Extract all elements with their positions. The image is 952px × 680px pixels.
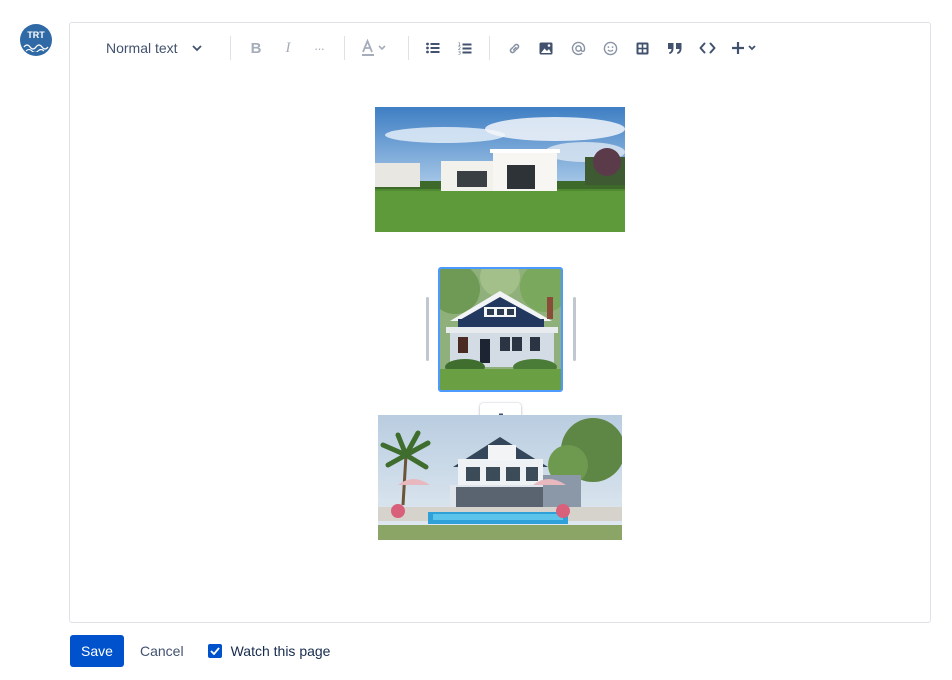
text-color-button[interactable] xyxy=(358,37,392,59)
watch-page-option[interactable]: Watch this page xyxy=(207,643,331,659)
cancel-button[interactable]: Cancel xyxy=(140,643,184,659)
editor-footer: Save Cancel Watch this page xyxy=(70,635,330,667)
italic-icon: I xyxy=(285,39,291,56)
more-formatting-icon: ··· xyxy=(314,40,325,56)
avatar-wave-icon xyxy=(23,44,49,52)
quote-button[interactable] xyxy=(664,37,686,59)
bullet-list-button[interactable] xyxy=(423,37,443,59)
mention-button[interactable] xyxy=(568,37,588,59)
text-color-icon xyxy=(362,39,386,56)
editor-toolbar: Normal text B I ··· 1 2 3 xyxy=(70,23,930,73)
quote-icon xyxy=(668,42,682,54)
image-icon xyxy=(539,42,553,54)
text-style-dropdown[interactable]: Normal text xyxy=(100,37,212,59)
checkmark-icon xyxy=(209,647,220,655)
numbered-list-button[interactable]: 1 2 3 xyxy=(455,37,475,59)
user-avatar[interactable]: TRT xyxy=(20,24,52,56)
toolbar-divider xyxy=(230,36,231,60)
link-button[interactable] xyxy=(504,37,524,59)
watch-page-label: Watch this page xyxy=(230,643,331,659)
code-icon xyxy=(699,42,715,54)
toolbar-divider xyxy=(408,36,409,60)
code-button[interactable] xyxy=(696,37,718,59)
emoji-icon xyxy=(603,41,617,55)
insert-image-button[interactable] xyxy=(536,37,556,59)
page-editor[interactable]: Normal text B I ··· 1 2 3 xyxy=(69,22,931,623)
insert-table-button[interactable] xyxy=(632,37,652,59)
toolbar-divider xyxy=(489,36,490,60)
svg-text:3: 3 xyxy=(458,50,461,55)
modern-house-photo xyxy=(375,107,625,232)
insert-more-button[interactable] xyxy=(728,37,762,59)
link-icon xyxy=(509,43,519,53)
save-button[interactable]: Save xyxy=(70,635,124,667)
text-style-label: Normal text xyxy=(106,40,178,56)
italic-button[interactable]: I xyxy=(278,37,298,59)
pool-house-photo xyxy=(378,415,622,540)
image-selection-outline xyxy=(438,267,563,392)
bold-icon: B xyxy=(250,39,262,57)
watch-page-checkbox[interactable] xyxy=(207,644,222,658)
emoji-button[interactable] xyxy=(600,37,620,59)
mention-icon xyxy=(571,41,585,55)
image-modern-house[interactable] xyxy=(375,107,625,232)
plus-icon xyxy=(732,42,756,54)
chevron-down-icon xyxy=(191,44,202,51)
bold-button[interactable]: B xyxy=(246,37,266,59)
resize-handle-left[interactable] xyxy=(426,297,429,361)
image-pool-house[interactable] xyxy=(378,415,622,540)
table-icon xyxy=(636,42,648,54)
numbered-list-icon: 1 2 3 xyxy=(458,42,472,55)
avatar-initials: TRT xyxy=(27,30,45,40)
more-formatting-button[interactable]: ··· xyxy=(308,37,330,59)
toolbar-divider xyxy=(344,36,345,60)
bullet-list-icon xyxy=(426,42,440,54)
resize-handle-right[interactable] xyxy=(573,297,576,361)
